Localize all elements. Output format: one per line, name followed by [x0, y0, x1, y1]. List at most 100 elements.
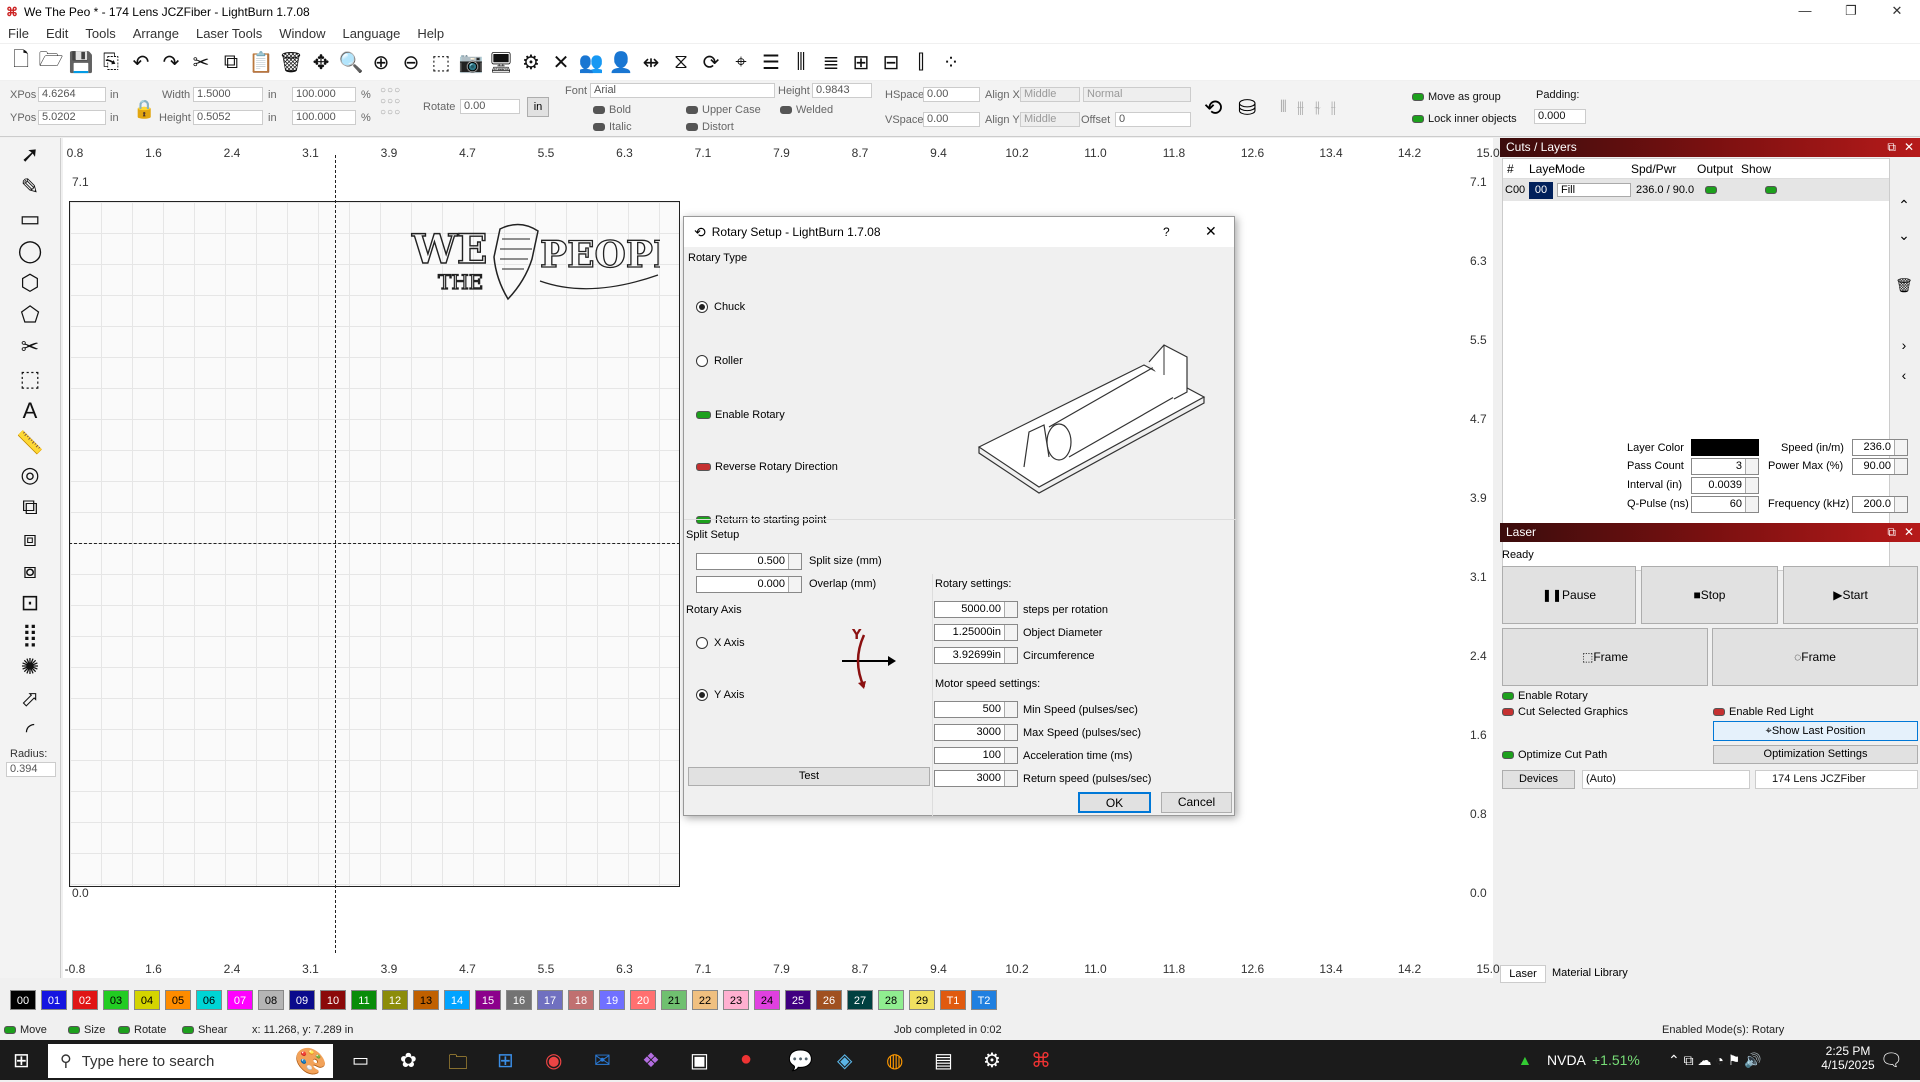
store-icon[interactable]: ⊞ [497, 1048, 514, 1073]
select-tool-icon[interactable]: ➚ [10, 140, 50, 170]
acceleration-field[interactable]: 100 [934, 747, 1018, 764]
roller-radio[interactable]: Roller [696, 355, 743, 368]
maximize-icon[interactable]: ❐ [1828, 0, 1874, 23]
rotary-toggle-icon[interactable]: ⟲ [1204, 95, 1222, 121]
return-start-toggle[interactable]: Return to starting point [696, 514, 826, 526]
settings-icon[interactable]: ⚙ [518, 49, 544, 75]
upper-case-toggle[interactable]: Upper Case [686, 104, 761, 116]
lightburn-taskbar-icon[interactable]: ⌘ [1031, 1048, 1051, 1073]
palette-swatch[interactable]: 04 [134, 990, 160, 1010]
palette-swatch[interactable]: 08 [258, 990, 284, 1010]
boolean-intersect-icon[interactable]: ⧇ [10, 556, 50, 586]
taskbar-search[interactable]: ⚲ Type here to search 🎨 [48, 1044, 333, 1078]
qpulse-field[interactable]: 60 [1691, 496, 1759, 513]
welded-toggle[interactable]: Welded [780, 104, 833, 116]
arrow-left-icon[interactable]: ‹ [1893, 360, 1915, 390]
start-button[interactable]: ▶Start [1783, 566, 1918, 624]
cut-icon[interactable]: ✂ [188, 49, 214, 75]
dots-icon[interactable]: ⁘ [938, 49, 964, 75]
new-file-icon[interactable]: 🗋 [8, 49, 34, 75]
arrow-right-icon[interactable]: › [1893, 330, 1915, 360]
palette-swatch[interactable]: 29 [909, 990, 935, 1010]
xpos-field[interactable]: 4.6264 [38, 87, 106, 102]
polygon-tool-icon[interactable]: ⬡ [10, 268, 50, 298]
stock-ticker[interactable]: NVDA [1547, 1052, 1586, 1068]
palette-swatch[interactable]: 03 [103, 990, 129, 1010]
palette-swatch[interactable]: 26 [816, 990, 842, 1010]
menu-tools[interactable]: Tools [85, 26, 115, 41]
palette-swatch[interactable]: 15 [475, 990, 501, 1010]
row-mode-select[interactable]: Fill [1557, 183, 1631, 197]
move-group-toggle[interactable]: Move as group [1412, 91, 1501, 103]
zoom-frame-icon[interactable]: ⬚ [428, 49, 454, 75]
palette-swatch[interactable]: 17 [537, 990, 563, 1010]
palette-swatch[interactable]: 22 [692, 990, 718, 1010]
split-size-field[interactable]: 0.500 [696, 553, 802, 570]
palette-swatch[interactable]: 07 [227, 990, 253, 1010]
float-panel-icon[interactable]: ⧉ [1887, 138, 1896, 157]
monitor-icon[interactable]: 🖥 [488, 49, 514, 75]
palette-swatch[interactable]: 16 [506, 990, 532, 1010]
vspace-field[interactable]: 0.00 [923, 112, 980, 127]
optimization-settings-button[interactable]: Optimization Settings [1713, 745, 1918, 764]
minimize-icon[interactable]: — [1782, 0, 1828, 23]
palette-swatch[interactable]: 23 [723, 990, 749, 1010]
tab-laser[interactable]: Laser [1500, 965, 1546, 983]
redo-icon[interactable]: ↷ [158, 49, 184, 75]
windows-start-icon[interactable]: ⊞ [13, 1048, 30, 1073]
padding-field[interactable]: 0.000 [1534, 109, 1586, 124]
palette-swatch[interactable]: 21 [661, 990, 687, 1010]
palette-swatch[interactable]: 11 [351, 990, 377, 1010]
reverse-direction-toggle[interactable]: Reverse Rotary Direction [696, 461, 838, 473]
row-output-toggle[interactable] [1705, 184, 1749, 196]
ellipse-tool-icon[interactable]: ◯ [10, 236, 50, 266]
frequency-field[interactable]: 200.0 [1852, 496, 1908, 513]
tray-icons[interactable]: ⌃ ⧉ ☁ ◔ ⚑ 🔊 [1668, 1052, 1762, 1069]
move-toggle[interactable]: Move [4, 1024, 47, 1036]
user-icon[interactable]: 👤 [608, 49, 634, 75]
table-row[interactable]: C00 00 Fill 236.0 / 90.0 [1503, 179, 1889, 201]
ypos-field[interactable]: 5.0202 [38, 110, 106, 125]
outlook-icon[interactable]: ✉ [594, 1048, 611, 1073]
layer-color-swatch[interactable] [1691, 439, 1759, 456]
file-explorer-icon[interactable]: 🗀 [448, 1048, 468, 1082]
frame-tool-icon[interactable]: ⬚ [10, 364, 50, 394]
show-last-position-button[interactable]: ⌖Show Last Position [1713, 721, 1918, 741]
palette-swatch[interactable]: 24 [754, 990, 780, 1010]
folder-icon[interactable]: ◍ [886, 1048, 903, 1073]
menu-window[interactable]: Window [279, 26, 325, 41]
copy-icon[interactable]: ⧉ [218, 49, 244, 75]
rotate-field[interactable]: 0.00 [460, 99, 520, 114]
circumference-field[interactable]: 3.92699in [934, 647, 1018, 664]
palette-swatch[interactable]: 00 [10, 990, 36, 1010]
overlap-field[interactable]: 0.000 [696, 576, 802, 593]
corner-radius-icon[interactable]: ◜ [10, 716, 50, 746]
red-light-toggle[interactable]: Enable Red Light [1713, 706, 1813, 718]
m365-icon[interactable]: ❖ [642, 1048, 660, 1073]
settings-taskbar-icon[interactable]: ⚙ [983, 1048, 1001, 1073]
notifications-icon[interactable]: 🗨 [1880, 1050, 1903, 1071]
move-up-icon[interactable]: ⌃ [1893, 190, 1915, 220]
distribute-tools-icon[interactable]: ⫴⫵⫳⫲ [1280, 99, 1346, 117]
clock[interactable]: 2:25 PM 4/15/2025 [1818, 1044, 1878, 1072]
lock-inner-toggle[interactable]: Lock inner objects [1412, 113, 1517, 125]
palette-swatch[interactable]: 09 [289, 990, 315, 1010]
interval-field[interactable]: 0.0039 [1691, 477, 1759, 494]
rotate-tool-icon[interactable]: ⟳ [698, 49, 724, 75]
menu-language[interactable]: Language [342, 26, 400, 41]
font-select[interactable]: Arial [590, 83, 775, 98]
power-max-field[interactable]: 90.00 [1852, 458, 1908, 475]
stop-button[interactable]: ■Stop [1641, 566, 1778, 624]
grid-array-icon[interactable]: ⣿ [10, 620, 50, 650]
import-icon[interactable]: ⎘ [98, 49, 124, 75]
chat-app-icon[interactable]: 💬 [788, 1048, 813, 1073]
boolean-diff-icon[interactable]: ⧈ [10, 524, 50, 554]
pause-button[interactable]: ❚❚Pause [1502, 566, 1636, 624]
camera-icon[interactable]: 📷 [458, 49, 484, 75]
units-button[interactable]: in [527, 97, 549, 117]
zoom-in-icon[interactable]: ⊕ [368, 49, 394, 75]
frame-circle-button[interactable]: ◌Frame [1712, 628, 1918, 686]
winrar-icon[interactable]: ▤ [934, 1048, 953, 1073]
dock-icon[interactable]: ⊟ [878, 49, 904, 75]
float-laser-icon[interactable]: ⧉ [1887, 523, 1896, 542]
